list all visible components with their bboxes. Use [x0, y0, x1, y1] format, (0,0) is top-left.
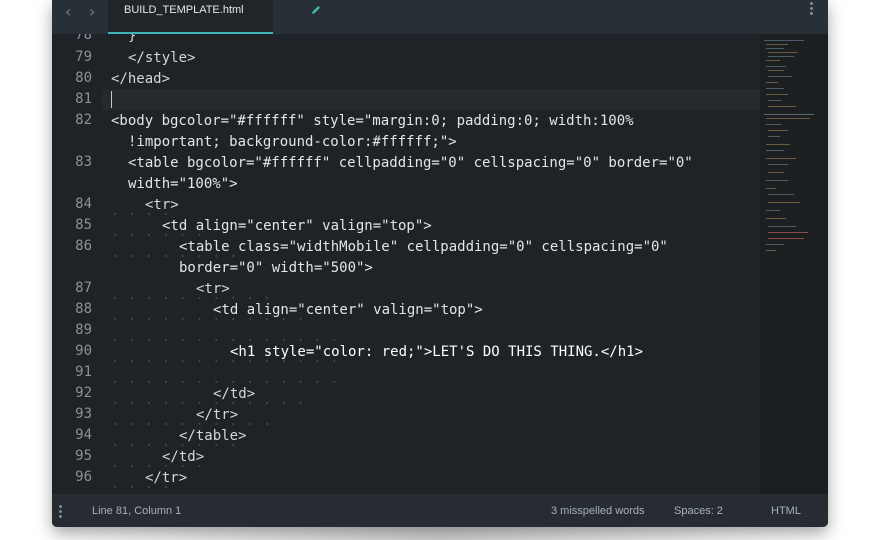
more-vertical-icon[interactable] [810, 2, 814, 18]
tab-build-template[interactable]: BUILD_TEMPLATE.html [108, 0, 320, 34]
editor-window: ‹ › BUILD_TEMPLATE.html 78 79 80 81 82 8… [52, 0, 828, 527]
minimap[interactable] [760, 34, 828, 494]
line-number: 79 [75, 49, 92, 65]
code-line-continued: !important; background-color:#ffffff;"> [128, 134, 457, 150]
line-number: 83 [75, 154, 92, 170]
code-editor[interactable]: 78 79 80 81 82 83 84 85 86 87 88 89 90 9… [52, 34, 828, 494]
code-line-continued: border="0" width="500"> [179, 260, 373, 276]
back-arrow-icon[interactable]: ‹ [65, 3, 71, 21]
code-line: <table class="widthMobile" cellpadding="… [179, 239, 668, 255]
code-line-continued: width="100%"> [128, 176, 238, 192]
spellcheck-status[interactable]: 3 misspelled words [551, 504, 645, 518]
pencil-icon [312, 6, 320, 14]
line-number: 81 [75, 91, 92, 107]
line-number: 94 [75, 427, 92, 443]
code-line: </style> [128, 50, 196, 66]
code-line: </td> [213, 386, 256, 402]
line-number: 95 [75, 448, 92, 464]
code-area[interactable]: · · · · · · · · · · · · · · · · · · · · … [111, 34, 761, 494]
tab-bar: ‹ › BUILD_TEMPLATE.html [52, 0, 828, 34]
status-bar: Line 81, Column 1 3 misspelled words Spa… [52, 494, 828, 527]
line-number: 80 [75, 70, 92, 86]
line-number: 88 [75, 301, 92, 317]
code-line: <body bgcolor="#ffffff" style="margin:0;… [111, 113, 634, 129]
code-line: </tr> [196, 407, 239, 423]
code-line: </table> [179, 428, 247, 444]
line-number: 85 [75, 217, 92, 233]
code-line: </tr> [145, 470, 188, 486]
syntax-mode[interactable]: HTML [771, 504, 801, 518]
code-line: </head> [111, 71, 171, 87]
line-number: 86 [75, 238, 92, 254]
cursor-position[interactable]: Line 81, Column 1 [92, 504, 181, 518]
line-number: 90 [75, 343, 92, 359]
line-number: 92 [75, 385, 92, 401]
line-number-gutter: 78 79 80 81 82 83 84 85 86 87 88 89 90 9… [52, 34, 102, 494]
indentation-setting[interactable]: Spaces: 2 [674, 504, 723, 518]
code-line: </td> [162, 449, 205, 465]
code-line: <td align="center" valign="top"> [213, 302, 483, 318]
line-number: 89 [75, 322, 92, 338]
forward-arrow-icon[interactable]: › [89, 3, 95, 21]
tab-title: BUILD_TEMPLATE.html [124, 4, 244, 16]
line-number: 93 [75, 406, 92, 422]
code-line: <h1 style="color: red;">LET'S DO THIS TH… [230, 344, 644, 360]
code-line: } [128, 34, 137, 44]
code-line: <td align="center" valign="top"> [162, 218, 432, 234]
line-number: 96 [75, 469, 92, 485]
line-number: 87 [75, 280, 92, 296]
code-line: <tr> [145, 197, 179, 213]
line-number: 82 [75, 112, 92, 128]
line-number: 84 [75, 196, 92, 212]
line-number: 78 [75, 34, 92, 43]
line-number: 91 [75, 364, 92, 380]
status-menu-icon[interactable] [59, 505, 62, 520]
code-line: <table bgcolor="#ffffff" cellpadding="0"… [128, 155, 693, 171]
code-line: <tr> [196, 281, 230, 297]
